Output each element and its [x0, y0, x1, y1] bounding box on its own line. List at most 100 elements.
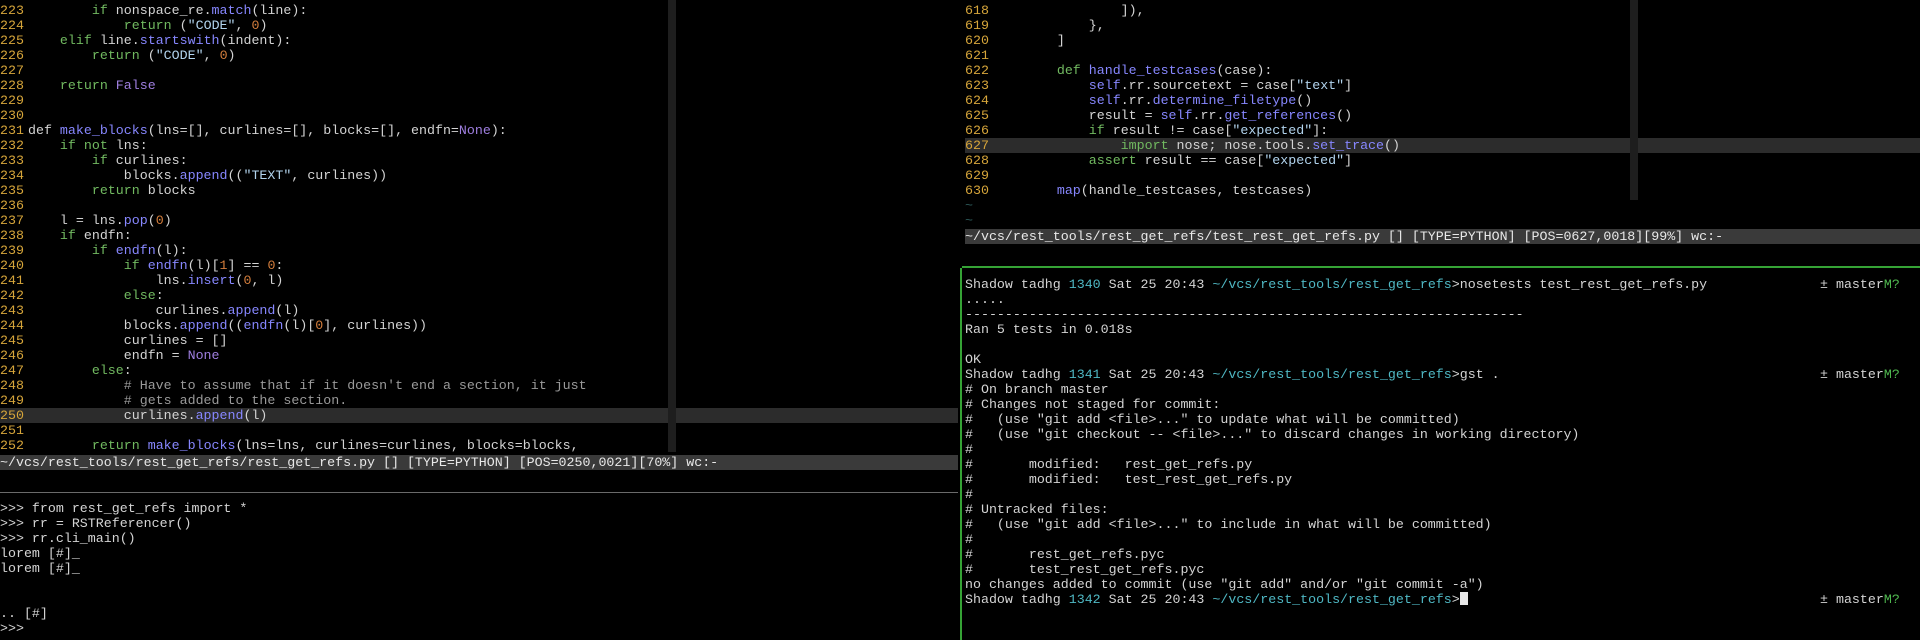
code-line[interactable]: 234 blocks.append(("TEXT", curlines))	[0, 168, 958, 183]
git-branch-name: ± master	[1820, 277, 1884, 292]
code-line[interactable]: 237 l = lns.pop(0)	[0, 213, 958, 228]
code-line[interactable]: 231 def make_blocks(lns=[], curlines=[], …	[0, 123, 958, 138]
code-token: ]	[993, 33, 1065, 48]
code-line[interactable]: 227	[0, 63, 958, 78]
code-line[interactable]: 244 blocks.append((endfn(l)[0], curlines…	[0, 318, 958, 333]
code-line[interactable]: 229	[0, 93, 958, 108]
empty-line-tilde: ~	[965, 198, 973, 213]
code-token: curlines.	[28, 303, 228, 318]
shell-prompt-line[interactable]: Shadow tadhg 1341 Sat 25 20:43 ~/vcs/res…	[965, 367, 1920, 382]
code-line[interactable]: 621	[965, 48, 1920, 63]
code-line[interactable]: 629	[965, 168, 1920, 183]
code-line[interactable]: 630 map(handle_testcases, testcases)	[965, 183, 1920, 198]
code-token: append	[179, 168, 228, 183]
code-line[interactable]: 620 ]	[965, 33, 1920, 48]
code-line[interactable]: 252 return make_blocks(lns=lns, curlines…	[0, 438, 958, 453]
code-token: def	[1056, 63, 1081, 78]
code-line[interactable]: 232 if not lns:	[0, 138, 958, 153]
code-line[interactable]: 251	[0, 423, 958, 438]
code-line[interactable]: 226 return ("CODE", 0)	[0, 48, 958, 63]
python-repl-pane[interactable]: >>> from rest_get_refs import * >>> rr = …	[0, 498, 958, 640]
code-line[interactable]: 622 def handle_testcases(case):	[965, 63, 1920, 78]
code-token: if not	[59, 138, 108, 153]
left-editor-statusline: ~/vcs/rest_tools/rest_get_refs/rest_get_…	[0, 455, 958, 470]
code-line[interactable]: 245 curlines = []	[0, 333, 958, 348]
code-line[interactable]: 235 return blocks	[0, 183, 958, 198]
code-token: endfn	[243, 318, 284, 333]
line-number: 626	[965, 123, 989, 138]
shell-prompt-line[interactable]: Shadow tadhg 1340 Sat 25 20:43 ~/vcs/res…	[965, 277, 1920, 292]
code-token: },	[993, 18, 1105, 33]
right-editor-pane[interactable]: 618 ]), 619 }, 620 ] 621 622 def handle_test…	[965, 0, 1920, 230]
code-token: .rr.	[1120, 93, 1153, 108]
code-token: endfn	[147, 258, 188, 273]
shell-prompt-line[interactable]: Shadow tadhg 1342 Sat 25 20:43 ~/vcs/res…	[965, 592, 1920, 607]
right-pane-divider[interactable]	[962, 266, 1920, 268]
vertical-pane-divider[interactable]	[960, 268, 962, 640]
code-line[interactable]: 242 else:	[0, 288, 958, 303]
code-token: curlines = []	[28, 333, 228, 348]
code-line[interactable]: 619 },	[965, 18, 1920, 33]
code-line[interactable]: 247 else:	[0, 363, 958, 378]
code-line[interactable]: 230	[0, 108, 958, 123]
code-token: (lns=lns, curlines=curlines, blocks=bloc…	[235, 438, 579, 453]
prompt-history-number: 1342	[1068, 592, 1101, 607]
line-number: 619	[965, 18, 989, 33]
code-line[interactable]: 223 if nonspace_re.match(line):	[0, 3, 958, 18]
code-line[interactable]: 243 curlines.append(l)	[0, 303, 958, 318]
code-line[interactable]: 624 self.rr.determine_filetype()	[965, 93, 1920, 108]
code-line[interactable]: 241 lns.insert(0, l)	[0, 273, 958, 288]
code-token: append	[195, 408, 244, 423]
line-number: 229	[0, 93, 24, 108]
code-token: (l)[	[187, 258, 220, 273]
code-token: get_references	[1224, 108, 1337, 123]
code-line[interactable]: 628 assert result == case["expected"]	[965, 153, 1920, 168]
code-line[interactable]: 240 if endfn(l)[1] == 0:	[0, 258, 958, 273]
code-line[interactable]: 250 curlines.append(l)	[0, 408, 958, 423]
code-line[interactable]: 236	[0, 198, 958, 213]
code-token: None	[458, 123, 491, 138]
code-line[interactable]: 623 self.rr.sourcetext = case["text"]	[965, 78, 1920, 93]
line-number: 242	[0, 288, 24, 303]
line-number: 623	[965, 78, 989, 93]
code-line[interactable]: 225 elif line.startswith(indent):	[0, 33, 958, 48]
code-line[interactable]: 627 import nose; nose.tools.set_trace()	[965, 138, 1920, 153]
code-line[interactable]: 239 if endfn(l):	[0, 243, 958, 258]
code-line[interactable]: 233 if curlines:	[0, 153, 958, 168]
code-token: # gets added to the section.	[123, 393, 348, 408]
code-line[interactable]: 238 if endfn:	[0, 228, 958, 243]
code-token: None	[187, 348, 220, 363]
code-line[interactable]: 249 # gets added to the section.	[0, 393, 958, 408]
line-number: 250	[0, 408, 24, 423]
prompt-datetime: Sat 25 20:43	[1100, 367, 1213, 382]
line-number: 236	[0, 198, 24, 213]
line-number: 621	[965, 48, 989, 63]
code-token: ()	[1336, 108, 1353, 123]
left-editor-pane[interactable]: 223 if nonspace_re.match(line): 224 retur…	[0, 0, 958, 470]
shell-output-line: # modified: rest_get_refs.py	[965, 457, 1253, 472]
code-token: (case):	[1216, 63, 1273, 78]
code-token: (l)[	[283, 318, 316, 333]
code-line[interactable]: 246 endfn = None	[0, 348, 958, 363]
code-line[interactable]: 248 # Have to assume that if it doesn't …	[0, 378, 958, 393]
left-editor-scrollbar[interactable]	[668, 0, 676, 452]
code-line[interactable]: 224 return ("CODE", 0)	[0, 18, 958, 33]
code-line[interactable]: 618 ]),	[965, 3, 1920, 18]
code-line[interactable]: 625 result = self.rr.get_references()	[965, 108, 1920, 123]
empty-line-tilde: ~	[965, 213, 973, 228]
shell-pane[interactable]: Shadow tadhg 1340 Sat 25 20:43 ~/vcs/res…	[965, 274, 1920, 640]
left-pane-divider[interactable]	[0, 492, 958, 493]
code-line[interactable]: 228 return False	[0, 78, 958, 93]
right-editor-scrollbar[interactable]	[1630, 0, 1638, 200]
code-line[interactable]: 626 if result != case["expected"]:	[965, 123, 1920, 138]
